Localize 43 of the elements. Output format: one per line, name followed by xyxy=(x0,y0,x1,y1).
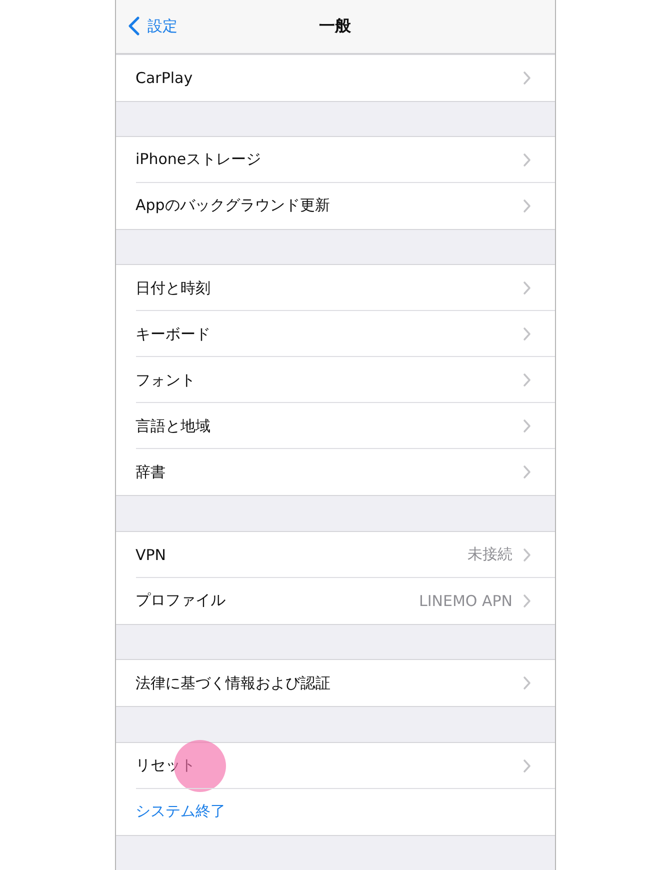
row-label: プロファイル xyxy=(136,591,226,610)
row-label: 日付と時刻 xyxy=(136,278,212,298)
settings-row[interactable]: リセット xyxy=(116,742,554,789)
chevron-icon xyxy=(522,281,530,296)
settings-row[interactable]: 日付と時刻 xyxy=(116,265,554,312)
back-chevron-icon xyxy=(128,16,140,36)
settings-row[interactable]: VPN 未接続 xyxy=(116,532,554,578)
row-label: CarPlay xyxy=(136,68,194,87)
settings-row[interactable]: 言語と地域 xyxy=(116,403,554,450)
chevron-icon xyxy=(522,198,530,213)
chevron-icon xyxy=(522,676,530,690)
chevron-icon xyxy=(522,758,530,773)
chevron-icon xyxy=(522,594,530,608)
chevron-icon xyxy=(522,70,530,85)
row-label: 辞書 xyxy=(136,462,166,482)
row-label: 言語と地域 xyxy=(136,416,212,436)
row-value: LINEMO APN xyxy=(418,592,512,610)
settings-row[interactable]: プロファイル LINEMO APN xyxy=(116,578,554,624)
row-label: キーボード xyxy=(136,324,212,344)
settings-row[interactable]: システム終了 xyxy=(116,788,554,835)
settings-row[interactable]: キーボード xyxy=(116,311,554,358)
row-label: VPN xyxy=(136,546,168,564)
row-label: システム終了 xyxy=(136,802,226,822)
row-label: リセット xyxy=(136,756,196,776)
settings-row[interactable]: Appのバックグラウンド更新 xyxy=(116,182,554,229)
screen-title: 一般 xyxy=(318,16,352,37)
row-label: iPhoneストレージ xyxy=(136,150,262,170)
settings-row[interactable]: フォント xyxy=(116,357,554,404)
row-label: フォント xyxy=(136,370,196,390)
settings-row[interactable]: 辞書 xyxy=(116,449,554,496)
settings-row[interactable]: 法律に基づく情報および認証 xyxy=(116,660,554,706)
settings-row[interactable]: CarPlay xyxy=(116,54,554,101)
chevron-icon xyxy=(522,419,530,434)
chevron-icon xyxy=(522,465,530,480)
row-label: 法律に基づく情報および認証 xyxy=(136,674,332,693)
row-label: Appのバックグラウンド更新 xyxy=(136,196,331,216)
settings-row[interactable]: iPhoneストレージ xyxy=(116,136,554,183)
back-button[interactable]: 設定 xyxy=(128,16,178,36)
chevron-icon xyxy=(522,152,530,167)
row-value: 未接続 xyxy=(468,545,512,564)
chevron-icon xyxy=(522,373,530,388)
chevron-icon xyxy=(522,327,530,342)
chevron-icon xyxy=(522,548,530,562)
